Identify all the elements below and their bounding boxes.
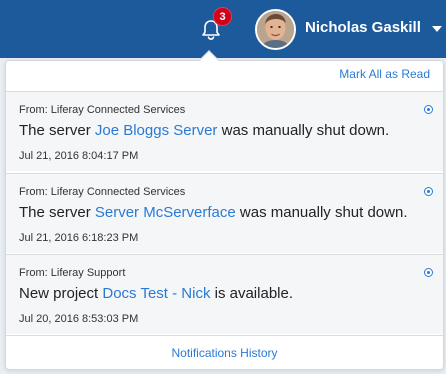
notification-item[interactable]: From: Liferay Connected Services The ser… [6, 173, 443, 253]
notification-date: Jul 21, 2016 8:04:17 PM [19, 150, 139, 162]
mark-all-as-read-link[interactable]: Mark All as Read [339, 67, 430, 81]
notification-item[interactable]: From: Liferay Support New project Docs T… [6, 254, 443, 334]
message-text: The server [19, 204, 95, 221]
notification-date: Jul 21, 2016 6:18:23 PM [19, 232, 139, 244]
notification-item[interactable]: From: Liferay Connected Services The ser… [6, 91, 443, 171]
notification-link[interactable]: Docs Test - Nick [102, 285, 210, 302]
notifications-history-link[interactable]: Notifications History [6, 335, 443, 369]
message-text: was manually shut down. [217, 122, 390, 139]
notification-message: The server Server McServerface was manua… [19, 204, 408, 221]
message-text: was manually shut down. [235, 204, 408, 221]
notification-message: The server Joe Bloggs Server was manuall… [19, 122, 389, 139]
caret-down-icon[interactable] [432, 26, 442, 32]
unread-dot-icon[interactable] [424, 105, 433, 114]
notification-sender: From: Liferay Support [19, 267, 126, 279]
notification-count-badge: 3 [213, 7, 232, 26]
notification-sender: From: Liferay Connected Services [19, 104, 186, 116]
user-name-menu[interactable]: Nicholas Gaskill [305, 19, 421, 36]
unread-dot-icon[interactable] [424, 268, 433, 277]
message-text: The server [19, 122, 95, 139]
top-navigation-bar: 3 Nicholas Gaskill [0, 0, 446, 58]
notification-message: New project Docs Test - Nick is availabl… [19, 285, 293, 302]
notification-link[interactable]: Server McServerface [95, 204, 236, 221]
message-text: New project [19, 285, 103, 302]
notification-link[interactable]: Joe Bloggs Server [95, 122, 218, 139]
notification-date: Jul 20, 2016 8:53:03 PM [19, 313, 139, 325]
message-text: is available. [210, 285, 293, 302]
unread-dot-icon[interactable] [424, 187, 433, 196]
notifications-dropdown: Mark All as Read From: Liferay Connected… [5, 60, 444, 370]
notification-sender: From: Liferay Connected Services [19, 186, 186, 198]
avatar[interactable] [255, 9, 296, 50]
